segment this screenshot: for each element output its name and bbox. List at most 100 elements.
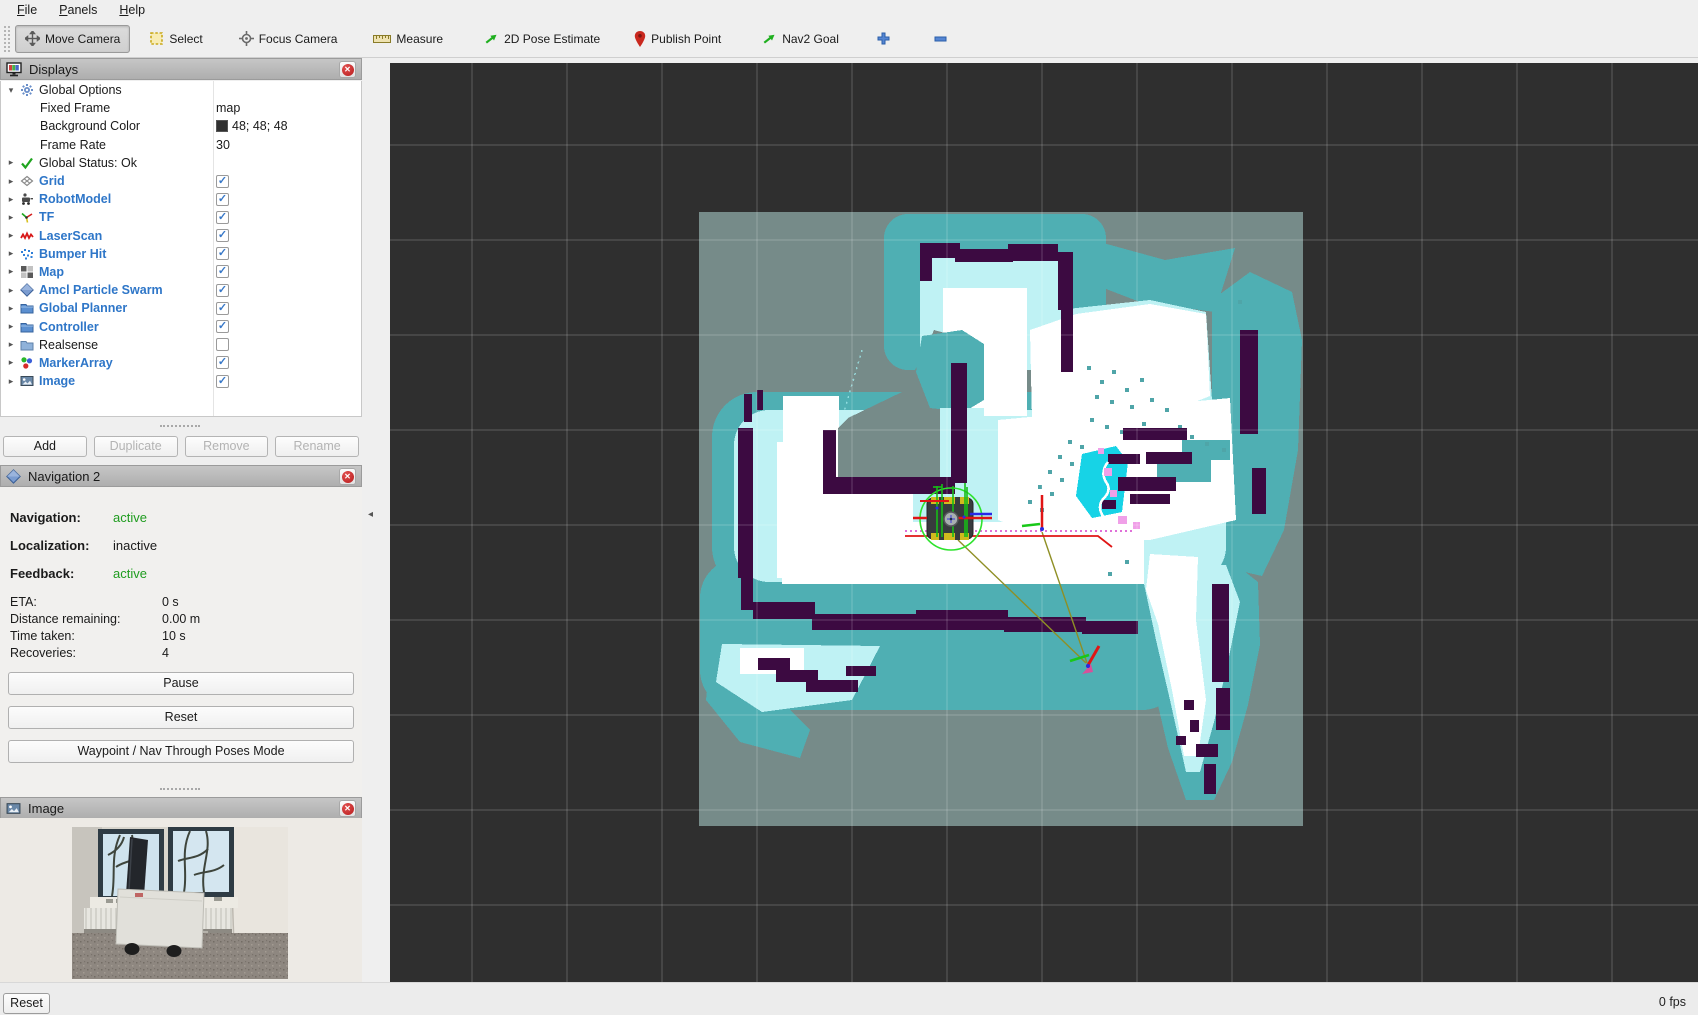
amcl-checkbox[interactable]: ✓ bbox=[216, 284, 229, 297]
focus-camera-button[interactable]: Focus Camera bbox=[229, 25, 348, 53]
focus-camera-icon bbox=[239, 31, 254, 46]
rviz-scene bbox=[390, 63, 1698, 982]
image-close-button[interactable]: ✕ bbox=[339, 800, 356, 817]
tf-axes-icon bbox=[20, 210, 35, 224]
fps-counter: 0 fps bbox=[1659, 995, 1686, 1009]
image-panel-header[interactable]: Image ✕ bbox=[0, 797, 362, 819]
toolbar-drag-handle[interactable] bbox=[4, 26, 10, 52]
bumper-hit-dots-icon bbox=[20, 247, 35, 261]
waypoint-mode-button[interactable]: Waypoint / Nav Through Poses Mode bbox=[8, 740, 354, 763]
frame-rate-value[interactable]: 30 bbox=[216, 138, 230, 152]
background-color-value[interactable]: 48; 48; 48 bbox=[216, 119, 288, 133]
add-button[interactable]: Add bbox=[3, 436, 87, 457]
nav2-close-button[interactable]: ✕ bbox=[339, 468, 356, 485]
duplicate-button[interactable]: Duplicate bbox=[94, 436, 178, 457]
tree-row-global-options[interactable]: ▾ Global Options bbox=[1, 81, 361, 99]
tree-row-map[interactable]: ▸ Map ✓ bbox=[1, 263, 361, 281]
feedback-status-row: Feedback: active bbox=[10, 566, 350, 581]
grid-icon bbox=[20, 174, 35, 188]
expander-icon[interactable]: ▸ bbox=[5, 376, 17, 387]
tree-row-bumper-hit[interactable]: ▸ Bumper Hit ✓ bbox=[1, 245, 361, 263]
expander-icon[interactable]: ▸ bbox=[5, 230, 17, 241]
panel-resize-grip[interactable] bbox=[160, 425, 200, 430]
move-camera-button[interactable]: Move Camera bbox=[15, 25, 130, 53]
expander-icon[interactable]: ▸ bbox=[5, 248, 17, 259]
tree-row-robotmodel[interactable]: ▸ RobotModel ✓ bbox=[1, 190, 361, 208]
menu-panels[interactable]: Panels bbox=[50, 1, 106, 19]
publish-point-pin-icon bbox=[634, 31, 646, 47]
expander-icon[interactable]: ▸ bbox=[5, 194, 17, 205]
close-icon: ✕ bbox=[342, 64, 354, 76]
tree-row-laserscan[interactable]: ▸ LaserScan ✓ bbox=[1, 227, 361, 245]
robotmodel-checkbox[interactable]: ✓ bbox=[216, 193, 229, 206]
nav2-goal-button[interactable]: Nav2 Goal bbox=[751, 25, 849, 53]
tree-row-realsense[interactable]: ▸ Realsense bbox=[1, 336, 361, 354]
global-planner-checkbox[interactable]: ✓ bbox=[216, 302, 229, 315]
displays-panel-header[interactable]: Displays ✕ bbox=[0, 58, 362, 80]
tree-row-amcl-particle-swarm[interactable]: ▸ Amcl Particle Swarm ✓ bbox=[1, 281, 361, 299]
robot-icon bbox=[20, 192, 35, 206]
tree-row-markerarray[interactable]: ▸ MarkerArray ✓ bbox=[1, 354, 361, 372]
controller-checkbox[interactable]: ✓ bbox=[216, 320, 229, 333]
tree-row-global-status[interactable]: ▸ Global Status: Ok bbox=[1, 154, 361, 172]
tree-row-global-planner[interactable]: ▸ Global Planner ✓ bbox=[1, 299, 361, 317]
tree-row-grid[interactable]: ▸ Grid ✓ bbox=[1, 172, 361, 190]
tree-row-background-color[interactable]: Background Color 48; 48; 48 bbox=[1, 117, 361, 135]
measure-button[interactable]: Measure bbox=[363, 25, 453, 53]
occupancy-map bbox=[699, 212, 1303, 826]
tf-checkbox[interactable]: ✓ bbox=[216, 211, 229, 224]
tree-row-fixed-frame[interactable]: Fixed Frame map bbox=[1, 99, 361, 117]
nav2-panel-title: Navigation 2 bbox=[28, 469, 100, 484]
close-icon: ✕ bbox=[342, 471, 354, 483]
time-reset-button[interactable]: Reset bbox=[3, 993, 50, 1014]
menu-file[interactable]: File bbox=[8, 1, 46, 19]
panel-resize-grip[interactable] bbox=[160, 788, 200, 793]
tree-row-controller[interactable]: ▸ Controller ✓ bbox=[1, 317, 361, 335]
markerarray-checkbox[interactable]: ✓ bbox=[216, 356, 229, 369]
nav2-panel-header[interactable]: Navigation 2 ✕ bbox=[0, 465, 362, 487]
add-tool-button[interactable] bbox=[867, 25, 900, 53]
expander-icon[interactable]: ▾ bbox=[5, 85, 17, 96]
select-button[interactable]: Select bbox=[140, 25, 212, 53]
expander-icon[interactable]: ▸ bbox=[5, 357, 17, 368]
map-checkbox[interactable]: ✓ bbox=[216, 265, 229, 278]
eta-row: ETA:0 s bbox=[10, 595, 350, 609]
laserscan-icon bbox=[20, 229, 35, 243]
expander-icon[interactable]: ▸ bbox=[5, 303, 17, 314]
grid-checkbox[interactable]: ✓ bbox=[216, 175, 229, 188]
distance-remaining-value: 0.00 m bbox=[162, 612, 200, 626]
pause-button[interactable]: Pause bbox=[8, 672, 354, 695]
tree-row-tf[interactable]: ▸ TF ✓ bbox=[1, 208, 361, 226]
rename-button[interactable]: Rename bbox=[275, 436, 359, 457]
remove-tool-button[interactable] bbox=[924, 25, 957, 53]
fixed-frame-value[interactable]: map bbox=[216, 101, 240, 115]
map-icon bbox=[20, 265, 35, 279]
time-taken-value: 10 s bbox=[162, 629, 186, 643]
expander-icon[interactable]: ▸ bbox=[5, 321, 17, 332]
image-checkbox[interactable]: ✓ bbox=[216, 375, 229, 388]
displays-close-button[interactable]: ✕ bbox=[339, 61, 356, 78]
image-panel-title: Image bbox=[28, 801, 64, 816]
expander-icon[interactable]: ▸ bbox=[5, 285, 17, 296]
pose-estimate-button[interactable]: 2D Pose Estimate bbox=[473, 25, 610, 53]
expander-icon[interactable]: ▸ bbox=[5, 212, 17, 223]
expander-icon[interactable]: ▸ bbox=[5, 176, 17, 187]
nav2-reset-button[interactable]: Reset bbox=[8, 706, 354, 729]
expander-icon[interactable]: ▸ bbox=[5, 339, 17, 350]
minus-icon bbox=[934, 36, 947, 42]
remove-button[interactable]: Remove bbox=[185, 436, 269, 457]
status-bar: Reset 0 fps bbox=[0, 982, 1698, 1015]
panel-collapse-handle[interactable]: ◂ bbox=[368, 500, 382, 530]
laserscan-checkbox[interactable]: ✓ bbox=[216, 229, 229, 242]
bumper-hit-checkbox[interactable]: ✓ bbox=[216, 247, 229, 260]
recoveries-value: 4 bbox=[162, 646, 169, 660]
tree-row-image[interactable]: ▸ Image ✓ bbox=[1, 372, 361, 390]
publish-point-button[interactable]: Publish Point bbox=[624, 25, 731, 53]
realsense-checkbox[interactable] bbox=[216, 338, 229, 351]
expander-icon[interactable]: ▸ bbox=[5, 266, 17, 277]
folder-icon bbox=[20, 301, 35, 315]
tree-row-frame-rate[interactable]: Frame Rate 30 bbox=[1, 136, 361, 154]
expander-icon[interactable]: ▸ bbox=[5, 157, 17, 168]
3d-viewport[interactable] bbox=[390, 63, 1698, 982]
menu-help[interactable]: Help bbox=[110, 1, 154, 19]
